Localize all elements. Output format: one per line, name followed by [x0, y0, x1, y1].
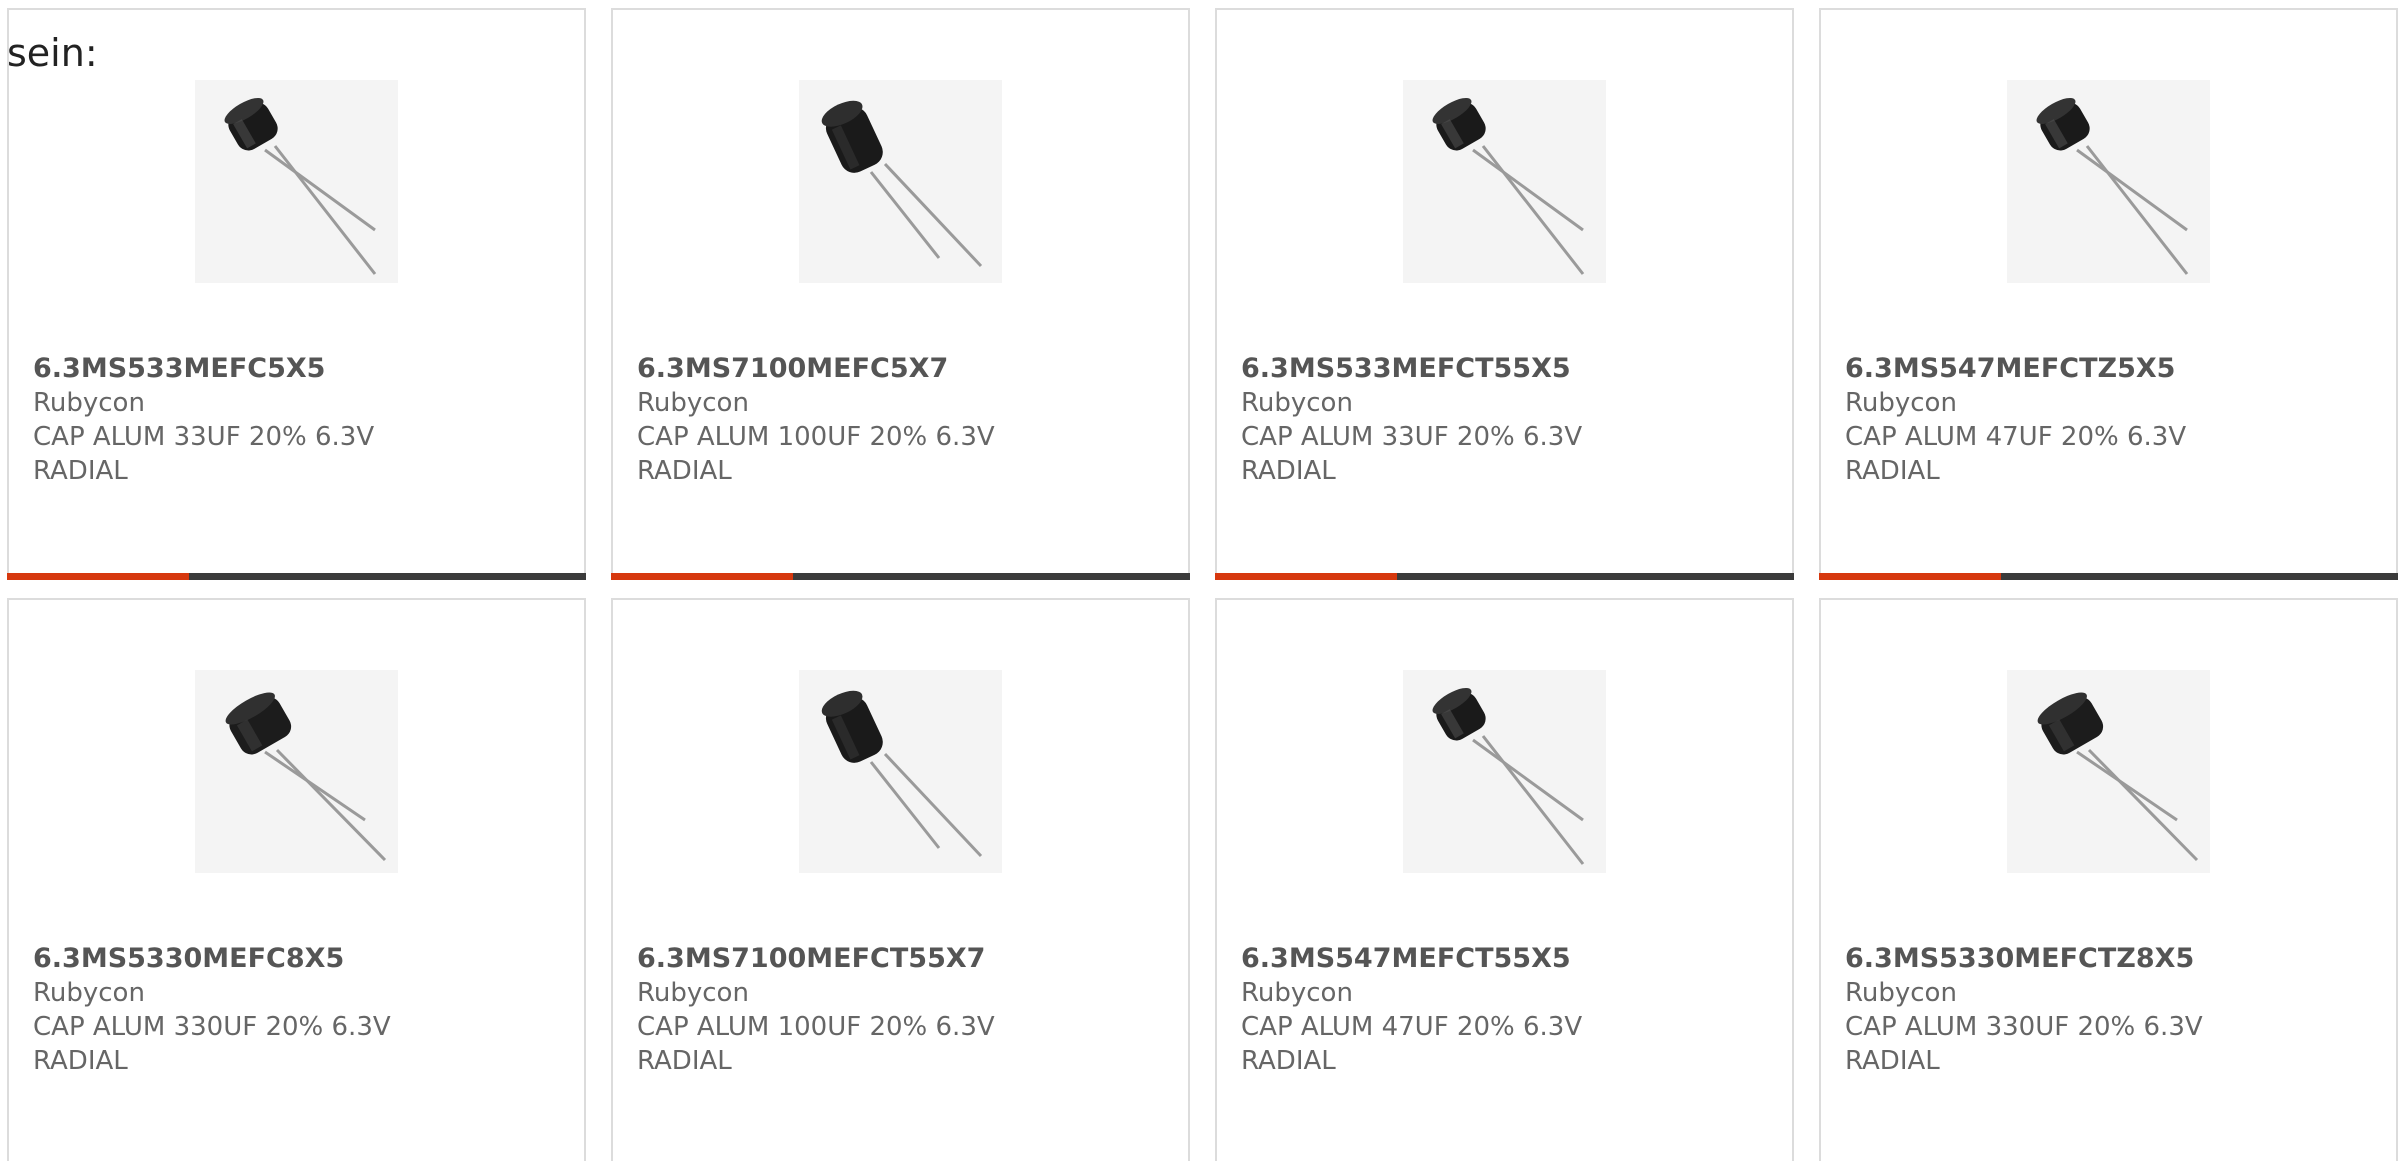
product-card[interactable]: 6.3MS547MEFCT55X5 Rubycon CAP ALUM 47UF 20… — [1215, 598, 1794, 1161]
card-accent-bar — [1215, 573, 1397, 580]
manufacturer: Rubycon — [1241, 978, 1353, 1008]
capacitor-tall-icon[interactable] — [799, 670, 1002, 873]
description-line-2: RADIAL — [1241, 456, 1336, 486]
card-accent-bar — [7, 573, 189, 580]
description-line-1: CAP ALUM 100UF 20% 6.3V — [637, 422, 995, 452]
manufacturer: Rubycon — [1241, 388, 1353, 418]
product-grid-page: sein: 6.3MS533MEFC5X5 Rubycon CAP ALUM 33U… — [0, 0, 2400, 1161]
product-info: 6.3MS533MEFCT55X5 Rubycon CAP ALUM 33UF 20… — [1241, 352, 1772, 488]
part-number[interactable]: 6.3MS5330MEFCTZ8X5 — [1845, 942, 2376, 976]
description-line-1: CAP ALUM 33UF 20% 6.3V — [33, 422, 375, 452]
part-number[interactable]: 6.3MS533MEFCT55X5 — [1241, 352, 1772, 386]
product-card[interactable]: 6.3MS7100MEFC5X7 Rubycon CAP ALUM 100UF 20… — [611, 8, 1190, 580]
intro-text: sein: — [7, 31, 98, 75]
description-line-2: RADIAL — [1241, 1046, 1336, 1076]
part-number[interactable]: 6.3MS547MEFCT55X5 — [1241, 942, 1772, 976]
part-number[interactable]: 6.3MS547MEFCTZ5X5 — [1845, 352, 2376, 386]
manufacturer: Rubycon — [33, 388, 145, 418]
product-info: 6.3MS5330MEFCTZ8X5 Rubycon CAP ALUM 330UF … — [1845, 942, 2376, 1078]
description-line-2: RADIAL — [1845, 456, 1940, 486]
description-line-2: RADIAL — [33, 456, 128, 486]
card-bottom-bar — [7, 573, 586, 580]
capacitor-small-icon[interactable] — [2007, 80, 2210, 283]
manufacturer: Rubycon — [33, 978, 145, 1008]
capacitor-wide-icon[interactable] — [2007, 670, 2210, 873]
product-card[interactable]: 6.3MS7100MEFCT55X7 Rubycon CAP ALUM 100UF … — [611, 598, 1190, 1161]
description-line-1: CAP ALUM 47UF 20% 6.3V — [1845, 422, 2187, 452]
product-card[interactable]: 6.3MS533MEFC5X5 Rubycon CAP ALUM 33UF 20% … — [7, 8, 586, 580]
part-number[interactable]: 6.3MS7100MEFCT55X7 — [637, 942, 1168, 976]
description-line-2: RADIAL — [637, 456, 732, 486]
card-accent-bar — [611, 573, 793, 580]
manufacturer: Rubycon — [637, 978, 749, 1008]
card-accent-bar — [1819, 573, 2001, 580]
description-line-1: CAP ALUM 330UF 20% 6.3V — [1845, 1012, 2203, 1042]
description-line-2: RADIAL — [1845, 1046, 1940, 1076]
description-line-1: CAP ALUM 330UF 20% 6.3V — [33, 1012, 391, 1042]
product-card[interactable]: 6.3MS533MEFCT55X5 Rubycon CAP ALUM 33UF 20… — [1215, 8, 1794, 580]
card-bottom-bar — [1819, 573, 2398, 580]
capacitor-wide-icon[interactable] — [195, 670, 398, 873]
product-info: 6.3MS7100MEFCT55X7 Rubycon CAP ALUM 100UF … — [637, 942, 1168, 1078]
product-card[interactable]: 6.3MS547MEFCTZ5X5 Rubycon CAP ALUM 47UF 20… — [1819, 8, 2398, 580]
manufacturer: Rubycon — [1845, 978, 1957, 1008]
card-bottom-bar — [611, 573, 1190, 580]
card-bottom-bar — [1215, 573, 1794, 580]
description-line-2: RADIAL — [33, 1046, 128, 1076]
capacitor-small-icon[interactable] — [1403, 670, 1606, 873]
part-number[interactable]: 6.3MS7100MEFC5X7 — [637, 352, 1168, 386]
description-line-1: CAP ALUM 100UF 20% 6.3V — [637, 1012, 995, 1042]
capacitor-tall-icon[interactable] — [799, 80, 1002, 283]
description-line-1: CAP ALUM 47UF 20% 6.3V — [1241, 1012, 1583, 1042]
capacitor-small-icon[interactable] — [1403, 80, 1606, 283]
part-number[interactable]: 6.3MS533MEFC5X5 — [33, 352, 564, 386]
capacitor-small-icon[interactable] — [195, 80, 398, 283]
product-info: 6.3MS547MEFCT55X5 Rubycon CAP ALUM 47UF 20… — [1241, 942, 1772, 1078]
description-line-1: CAP ALUM 33UF 20% 6.3V — [1241, 422, 1583, 452]
product-info: 6.3MS547MEFCTZ5X5 Rubycon CAP ALUM 47UF 20… — [1845, 352, 2376, 488]
description-line-2: RADIAL — [637, 1046, 732, 1076]
product-info: 6.3MS5330MEFC8X5 Rubycon CAP ALUM 330UF 20… — [33, 942, 564, 1078]
manufacturer: Rubycon — [1845, 388, 1957, 418]
product-card[interactable]: 6.3MS5330MEFCTZ8X5 Rubycon CAP ALUM 330UF … — [1819, 598, 2398, 1161]
product-info: 6.3MS7100MEFC5X7 Rubycon CAP ALUM 100UF 20… — [637, 352, 1168, 488]
manufacturer: Rubycon — [637, 388, 749, 418]
product-grid: 6.3MS533MEFC5X5 Rubycon CAP ALUM 33UF 20% … — [0, 0, 2400, 1161]
product-info: 6.3MS533MEFC5X5 Rubycon CAP ALUM 33UF 20% … — [33, 352, 564, 488]
product-card[interactable]: 6.3MS5330MEFC8X5 Rubycon CAP ALUM 330UF 20… — [7, 598, 586, 1161]
part-number[interactable]: 6.3MS5330MEFC8X5 — [33, 942, 564, 976]
